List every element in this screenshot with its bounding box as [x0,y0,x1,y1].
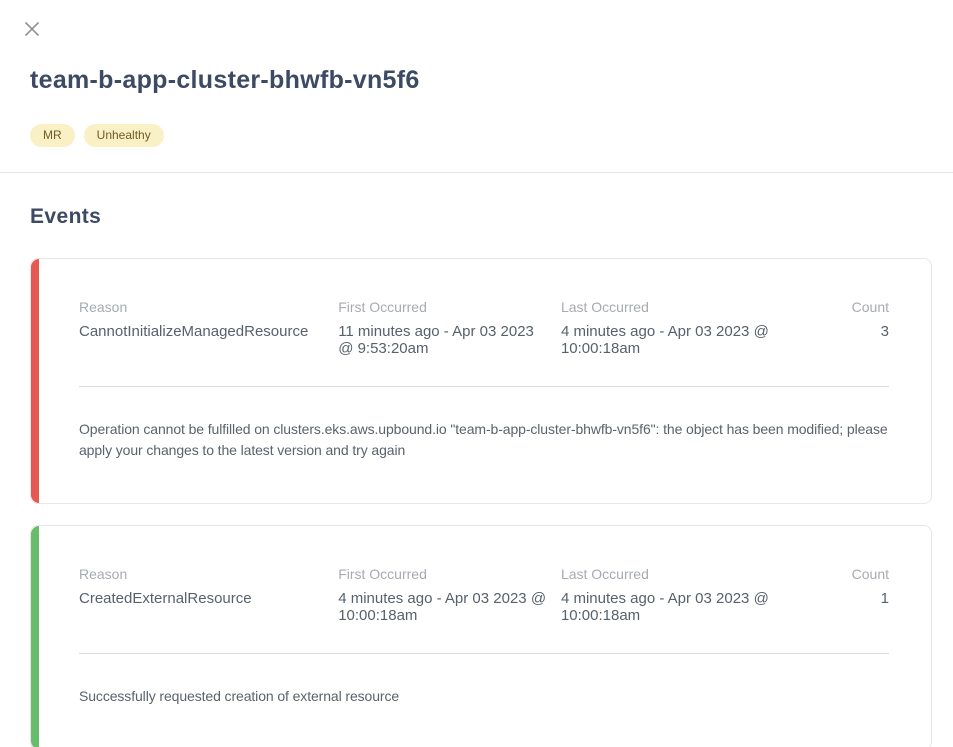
column-header-last-occurred: Last Occurred [561,299,784,323]
event-status-strip-error [31,259,39,503]
event-count: 3 [784,323,889,357]
event-first-occurred: 4 minutes ago - Apr 03 2023 @ 10:00:18am [338,590,561,624]
event-status-strip-success [31,526,39,747]
health-status-badge: Unhealthy [84,124,164,147]
badge-row: MR Unhealthy [30,124,164,147]
page-title: team-b-app-cluster-bhwfb-vn5f6 [30,66,420,95]
column-header-first-occurred: First Occurred [338,299,561,323]
column-header-reason: Reason [79,299,338,323]
kind-badge: MR [30,124,75,147]
column-header-first-occurred: First Occurred [338,566,561,590]
event-message: Successfully requested creation of exter… [79,686,889,707]
column-header-count: Count [784,566,889,590]
event-reason: CreatedExternalResource [79,590,338,624]
column-header-last-occurred: Last Occurred [561,566,784,590]
table-row: CannotInitializeManagedResource 11 minut… [79,323,889,357]
column-header-count: Count [784,299,889,323]
close-button[interactable] [23,20,41,38]
card-divider [79,653,889,654]
event-last-occurred: 4 minutes ago - Apr 03 2023 @ 10:00:18am [561,323,784,357]
event-table: Reason First Occurred Last Occurred Coun… [79,299,889,357]
event-table: Reason First Occurred Last Occurred Coun… [79,566,889,624]
events-list: Reason First Occurred Last Occurred Coun… [30,258,932,747]
event-count: 1 [784,590,889,624]
event-last-occurred: 4 minutes ago - Apr 03 2023 @ 10:00:18am [561,590,784,624]
resource-detail-drawer: team-b-app-cluster-bhwfb-vn5f6 MR Unheal… [0,0,953,747]
event-reason: CannotInitializeManagedResource [79,323,338,357]
table-row: CreatedExternalResource 4 minutes ago - … [79,590,889,624]
event-message: Operation cannot be fulfilled on cluster… [79,419,889,461]
event-card-error: Reason First Occurred Last Occurred Coun… [30,258,932,504]
close-icon [24,21,40,37]
card-divider [79,386,889,387]
column-header-reason: Reason [79,566,338,590]
events-heading: Events [30,205,101,229]
event-card-success: Reason First Occurred Last Occurred Coun… [30,525,932,747]
event-first-occurred: 11 minutes ago - Apr 03 2023 @ 9:53:20am [338,323,561,357]
header-divider [0,172,953,173]
